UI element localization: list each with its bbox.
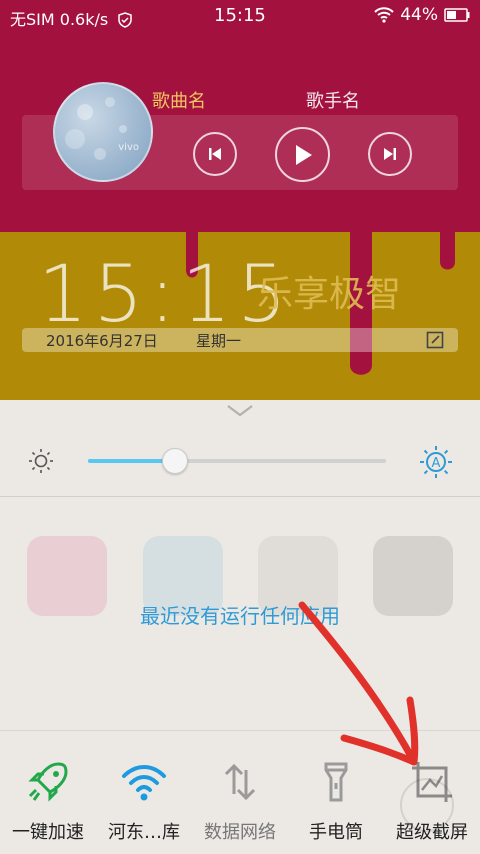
quick-toggle-label: 河东…库 xyxy=(108,822,180,843)
data-arrows-icon xyxy=(224,763,256,801)
album-art[interactable]: vivo xyxy=(53,82,153,182)
wifi-icon xyxy=(122,765,166,801)
status-left: 无SIM 0.6k/s xyxy=(10,6,133,30)
rocket-icon xyxy=(28,762,68,802)
artist-name: 歌手名 xyxy=(306,91,360,112)
brightness-slider[interactable] xyxy=(88,459,386,463)
faded-home-background xyxy=(0,520,480,660)
shield-icon xyxy=(118,12,133,28)
date-text: 2016年6月27日 xyxy=(46,332,158,350)
play-icon xyxy=(295,144,312,165)
battery-percent: 44% xyxy=(400,5,438,25)
album-bubbles xyxy=(65,97,127,160)
edit-button[interactable] xyxy=(426,331,444,353)
collapse-chevron-icon[interactable] xyxy=(226,404,254,418)
recent-apps-empty-message: 最近没有运行任何应用 xyxy=(140,604,340,628)
quick-toggle-mobile-data[interactable]: 数据网络 xyxy=(192,730,288,854)
network-speed: 0.6k/s xyxy=(59,10,109,29)
status-right: 44% xyxy=(374,5,470,25)
battery-icon xyxy=(444,8,470,22)
quick-toggle-label: 一键加速 xyxy=(12,822,84,843)
quick-toggle-flashlight[interactable]: 手电筒 xyxy=(288,730,384,854)
flashlight-icon xyxy=(324,762,348,802)
svg-text:A: A xyxy=(432,456,441,471)
previous-track-button[interactable] xyxy=(193,132,237,176)
sim-status: 无SIM xyxy=(10,10,55,29)
skip-next-icon xyxy=(384,148,396,160)
quick-toggle-label: 数据网络 xyxy=(204,822,276,843)
song-title: 歌曲名 xyxy=(152,91,206,112)
quick-toggle-label: 手电筒 xyxy=(309,822,363,843)
panel-divider xyxy=(0,496,480,497)
auto-brightness-icon[interactable]: A xyxy=(418,444,454,480)
next-track-button[interactable] xyxy=(368,132,412,176)
lockscreen-clock: 15:15 xyxy=(38,250,293,340)
quick-toggle-boost[interactable]: 一键加速 xyxy=(0,730,96,854)
edit-icon xyxy=(426,331,444,349)
album-brand: vivo xyxy=(118,142,139,153)
weekday-text: 星期一 xyxy=(196,332,242,350)
wifi-signal-icon xyxy=(374,7,394,23)
skip-previous-icon xyxy=(209,148,221,160)
watermark-logo xyxy=(400,778,454,832)
brightness-low-icon xyxy=(29,449,53,473)
status-bar: 无SIM 0.6k/s 15:15 44% xyxy=(0,0,480,32)
play-button[interactable] xyxy=(275,127,330,182)
status-time: 15:15 xyxy=(214,5,266,26)
lockscreen-slogan: 乐享极智 xyxy=(257,274,402,315)
date-bar: 2016年6月27日 星期一 xyxy=(22,328,458,352)
quick-toggle-wifi[interactable]: 河东…库 xyxy=(96,730,192,854)
